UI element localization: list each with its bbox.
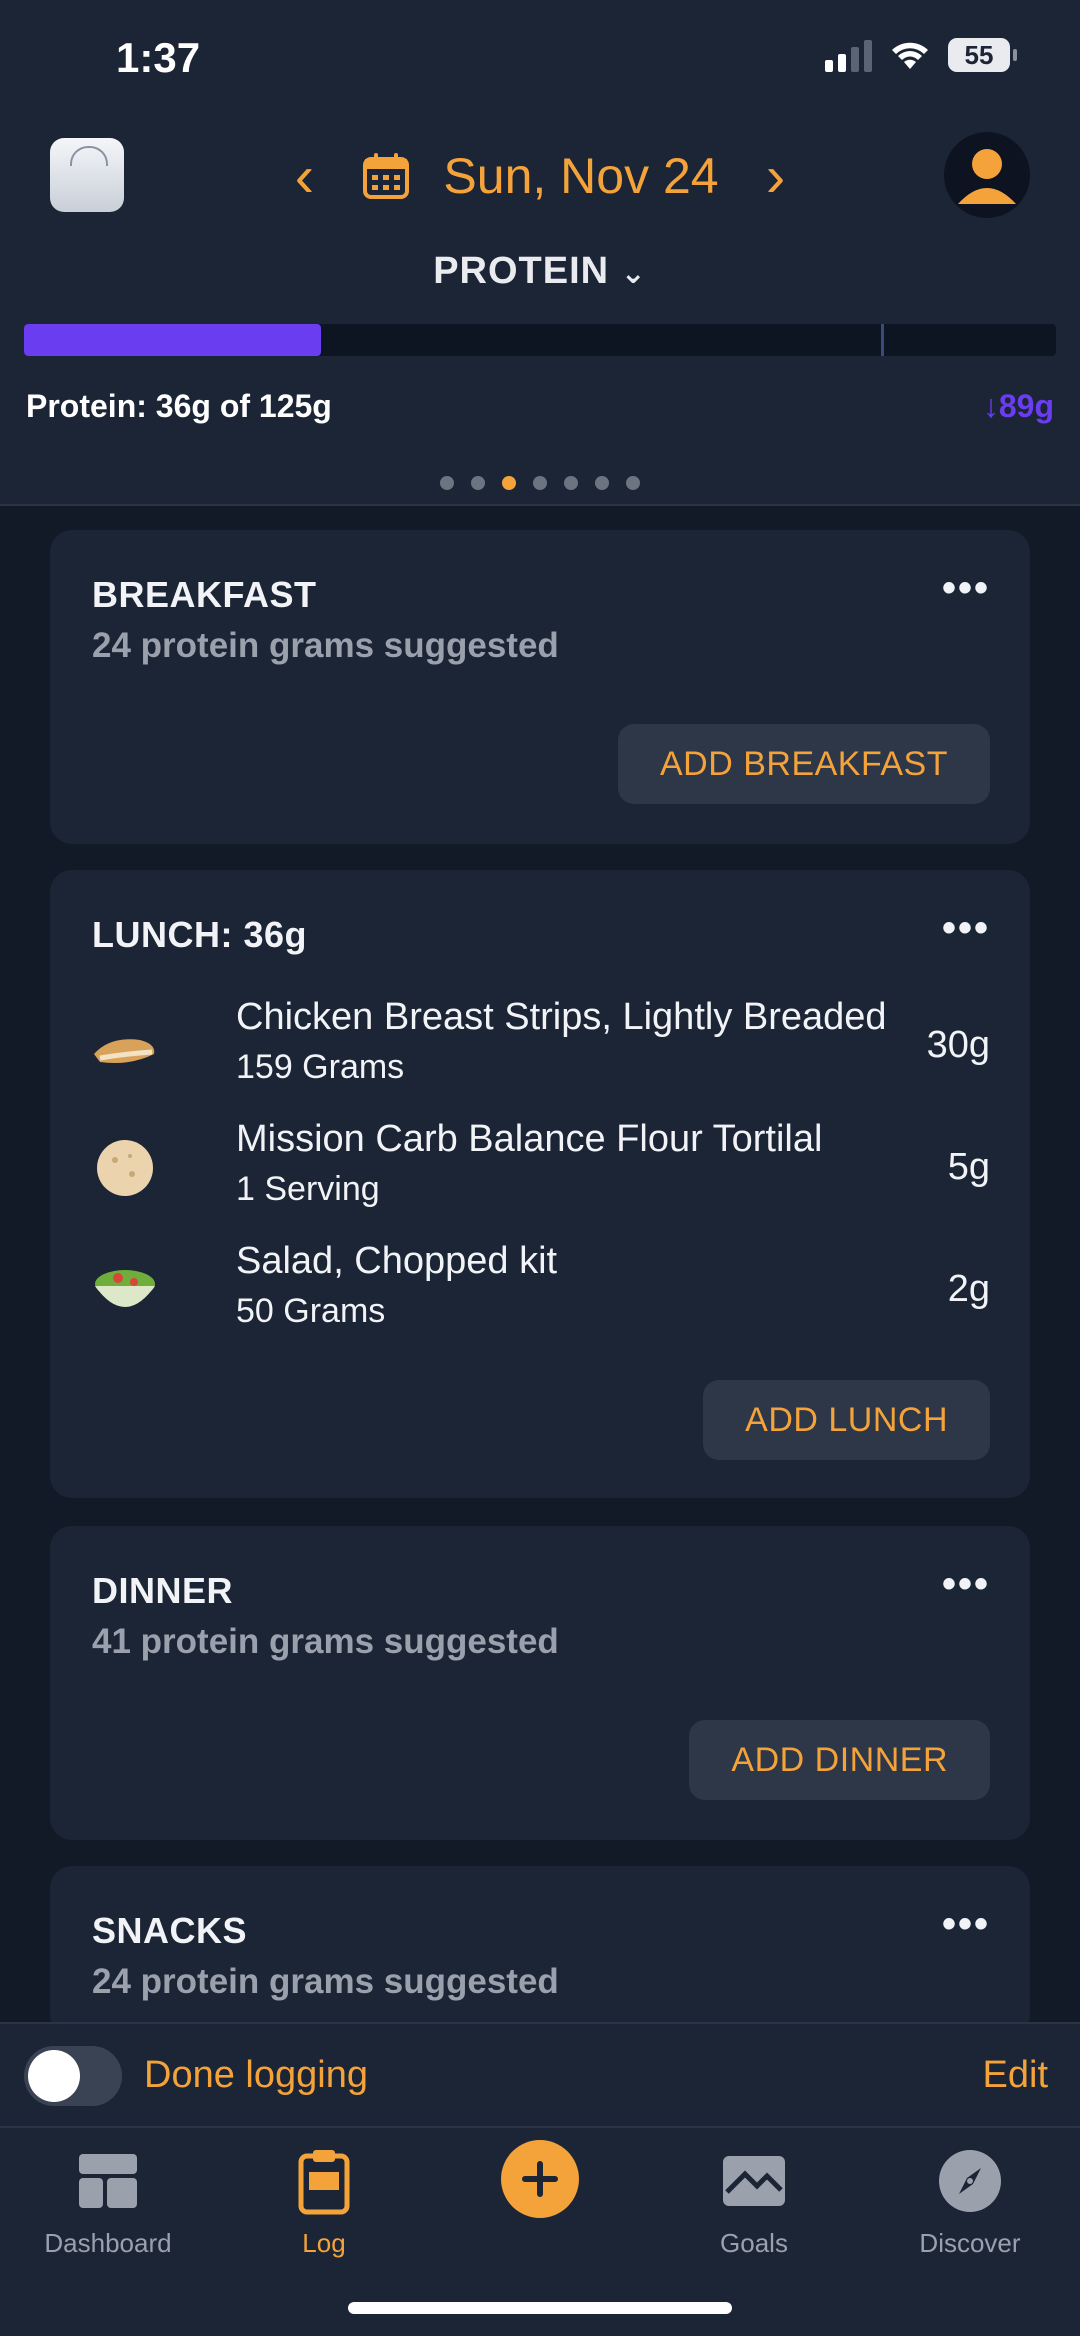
- food-name: Mission Carb Balance Flour Tortilal: [236, 1118, 823, 1160]
- food-name: Salad, Chopped kit: [236, 1240, 558, 1282]
- meal-title: DINNER: [92, 1570, 234, 1611]
- food-protein-value: 2g: [947, 1268, 990, 1310]
- protein-progress-bar: [24, 324, 1056, 356]
- tab-dashboard[interactable]: Dashboard: [8, 2146, 208, 2259]
- dashboard-icon: [79, 2154, 137, 2208]
- meal-title: SNACKS: [92, 1910, 248, 1951]
- toggle-knob: [28, 2050, 80, 2102]
- chevron-down-icon: ⌄: [620, 257, 647, 290]
- food-item[interactable]: Salad, Chopped kit 50 Grams 2g: [90, 1240, 990, 1340]
- tab-log[interactable]: Log: [224, 2146, 424, 2259]
- tab-goals[interactable]: Goals: [654, 2146, 854, 2259]
- meal-suggestion: 24 protein grams suggested: [92, 626, 559, 665]
- header: 1:37 55 ‹ Sun, Nov 24 › PROTEIN ⌄ Protei…: [0, 0, 1080, 506]
- status-icons: 55: [825, 38, 1017, 72]
- cellular-signal-icon: [825, 38, 872, 72]
- done-logging-bar: Done logging Edit: [0, 2022, 1080, 2126]
- add-breakfast-button[interactable]: ADD BREAKFAST: [617, 724, 990, 804]
- plus-icon: [522, 2161, 558, 2197]
- date-navigator: ‹ Sun, Nov 24 ›: [0, 136, 1080, 216]
- more-options-icon[interactable]: •••: [942, 1562, 990, 1607]
- battery-icon: 55: [948, 38, 1017, 72]
- food-item[interactable]: Mission Carb Balance Flour Tortilal 1 Se…: [90, 1118, 990, 1218]
- tab-discover[interactable]: Discover: [870, 2146, 1070, 2259]
- metric-label: PROTEIN: [433, 250, 610, 292]
- breakfast-card: BREAKFAST ••• 24 protein grams suggested…: [50, 530, 1030, 844]
- meal-suggestion: 41 protein grams suggested: [92, 1622, 559, 1661]
- chevron-right-icon[interactable]: ›: [751, 143, 801, 210]
- dinner-card: DINNER ••• 41 protein grams suggested AD…: [50, 1526, 1030, 1840]
- progress-fill: [24, 324, 322, 356]
- food-item[interactable]: Chicken Breast Strips, Lightly Breaded 1…: [90, 996, 990, 1096]
- meal-title: BREAKFAST: [92, 574, 317, 615]
- compass-icon: [939, 2150, 1001, 2212]
- food-protein-value: 30g: [926, 1024, 990, 1066]
- status-time: 1:37: [116, 34, 201, 81]
- meal-title: LUNCH: 36g: [92, 914, 308, 955]
- tortilla-icon: [97, 1140, 153, 1196]
- tab-label: Log: [302, 2228, 346, 2258]
- add-dinner-button[interactable]: ADD DINNER: [689, 1720, 990, 1800]
- page-dot[interactable]: [502, 476, 516, 490]
- page-dot[interactable]: [471, 476, 485, 490]
- clipboard-icon: [298, 2150, 350, 2215]
- calendar-icon[interactable]: [361, 151, 411, 201]
- more-options-icon[interactable]: •••: [942, 906, 990, 951]
- add-lunch-button[interactable]: ADD LUNCH: [703, 1380, 990, 1460]
- tab-label: Goals: [720, 2228, 788, 2258]
- protein-progress-text: Protein: 36g of 125g: [26, 388, 332, 424]
- page-indicator[interactable]: [0, 476, 1080, 490]
- more-options-icon[interactable]: •••: [942, 1902, 990, 1947]
- done-logging-label: Done logging: [144, 2054, 368, 2096]
- tab-label: Discover: [919, 2228, 1021, 2258]
- page-dot[interactable]: [564, 476, 578, 490]
- food-name: Chicken Breast Strips, Lightly Breaded: [236, 996, 887, 1038]
- goal-marker: [880, 324, 884, 356]
- edit-button[interactable]: Edit: [983, 2054, 1048, 2097]
- tab-label: Dashboard: [44, 2228, 172, 2258]
- current-date[interactable]: Sun, Nov 24: [443, 147, 718, 205]
- food-quantity: 50 Grams: [236, 1292, 386, 1330]
- page-dot[interactable]: [595, 476, 609, 490]
- snacks-card: SNACKS ••• 24 protein grams suggested: [50, 1866, 1030, 2036]
- page-dot[interactable]: [626, 476, 640, 490]
- home-indicator: [348, 2302, 732, 2314]
- food-quantity: 159 Grams: [236, 1048, 405, 1086]
- lunch-card: LUNCH: 36g ••• Chicken Breast Strips, Li…: [50, 870, 1030, 1498]
- salad-bowl-icon: [95, 1270, 155, 1307]
- page-dot[interactable]: [440, 476, 454, 490]
- goals-icon: [723, 2156, 785, 2206]
- profile-avatar-icon[interactable]: [944, 132, 1030, 218]
- meal-suggestion: 24 protein grams suggested: [92, 1962, 559, 2001]
- metric-selector[interactable]: PROTEIN ⌄: [0, 250, 1080, 293]
- protein-remaining: ↓89g: [982, 388, 1054, 424]
- wifi-icon: [892, 42, 928, 69]
- food-quantity: 1 Serving: [236, 1170, 380, 1208]
- more-options-icon[interactable]: •••: [942, 566, 990, 611]
- chicken-strip-icon: [94, 1039, 155, 1063]
- done-logging-toggle[interactable]: [24, 2046, 122, 2106]
- page-dot[interactable]: [533, 476, 547, 490]
- add-entry-button[interactable]: [501, 2140, 579, 2218]
- chevron-left-icon[interactable]: ‹: [279, 143, 329, 210]
- food-protein-value: 5g: [947, 1146, 990, 1188]
